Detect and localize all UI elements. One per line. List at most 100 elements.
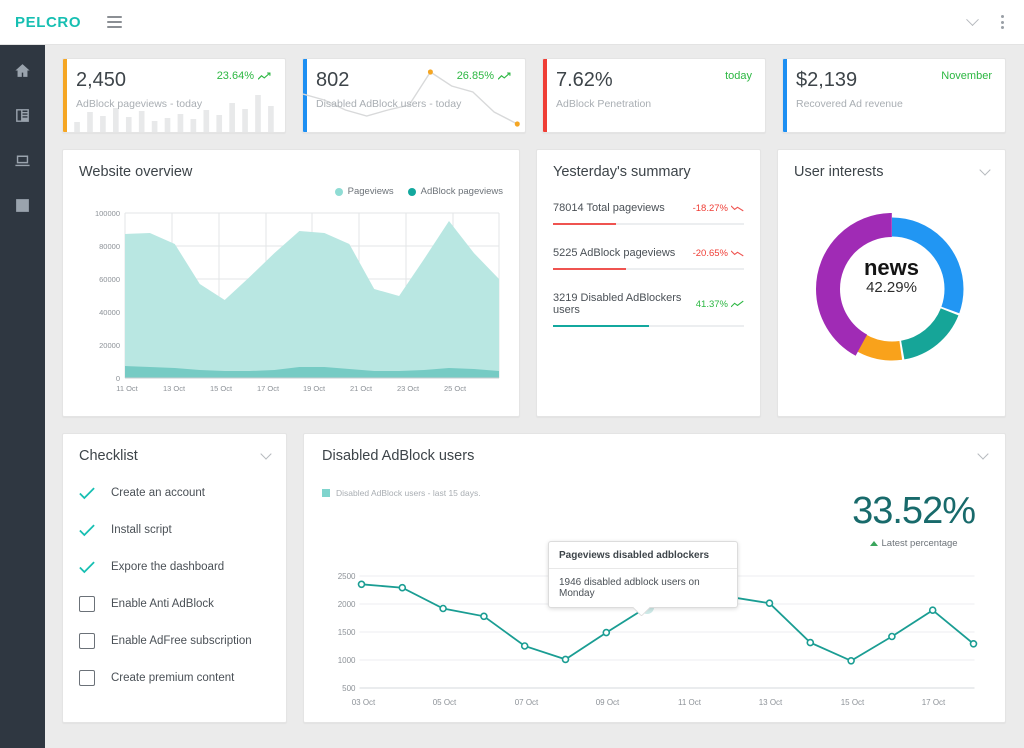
checklist-item[interactable]: Create premium content	[79, 670, 270, 686]
summary-row-total-pageviews: 78014 Total pageviews -18.27%	[553, 202, 744, 225]
check-icon	[79, 485, 95, 501]
donut-chart[interactable]: news 42.29%	[794, 194, 989, 384]
checkbox-unchecked[interactable]	[79, 670, 95, 686]
sidebar-item-analytics[interactable]	[12, 194, 34, 216]
latest-percentage-value: 33.52%	[852, 490, 976, 532]
hamburger-icon[interactable]	[107, 16, 123, 28]
checklist-item-label: Enable Anti AdBlock	[111, 598, 214, 610]
legend-item-adblock-pageviews[interactable]: AdBlock pageviews	[407, 186, 503, 197]
checklist-item[interactable]: Install script	[79, 522, 270, 538]
svg-text:09 Oct: 09 Oct	[596, 698, 620, 707]
app-logo[interactable]: PELCRO	[15, 14, 81, 31]
svg-text:05 Oct: 05 Oct	[433, 698, 457, 707]
checklist-item-label: Enable AdFree subscription	[111, 635, 252, 647]
svg-text:1500: 1500	[338, 628, 356, 637]
trend-down-icon	[731, 250, 744, 257]
svg-text:15 Oct: 15 Oct	[210, 384, 233, 393]
summary-progress-fill	[553, 223, 617, 225]
chevron-down-icon[interactable]	[260, 448, 272, 460]
summary-progress-track	[553, 268, 744, 270]
sidebar-item-sites[interactable]	[12, 149, 34, 171]
checkbox-unchecked[interactable]	[79, 596, 95, 612]
svg-text:15 Oct: 15 Oct	[841, 698, 865, 707]
check-icon	[79, 559, 95, 575]
checklist-item[interactable]: Enable AdFree subscription	[79, 633, 270, 649]
svg-text:13 Oct: 13 Oct	[759, 698, 783, 707]
checklist-item[interactable]: Create an account	[79, 485, 270, 501]
checklist-item-label: Create premium content	[111, 672, 235, 684]
kpi-delta: 23.64%	[217, 70, 272, 82]
svg-text:07 Oct: 07 Oct	[515, 698, 539, 707]
donut-center-value: 42.29%	[866, 279, 917, 297]
svg-text:17 Oct: 17 Oct	[922, 698, 946, 707]
svg-text:100000: 100000	[95, 209, 120, 218]
website-overview-card: Website overview Pageviews AdBlock pagev…	[62, 149, 520, 417]
checklist-item-label: Install script	[111, 524, 172, 536]
checklist-item[interactable]: Expore the dashboard	[79, 559, 270, 575]
kpi-card-adblock-pageviews[interactable]: 2,450 23.64% AdBlock pageviews - today	[62, 58, 286, 133]
sidebar-item-home[interactable]	[12, 59, 34, 81]
triangle-up-icon	[869, 541, 878, 546]
sidebar	[0, 45, 45, 748]
dashboard-canvas: 2,450 23.64% AdBlock pageviews - today 8…	[45, 45, 1024, 748]
svg-text:2500: 2500	[338, 572, 356, 581]
checklist-item[interactable]: Enable Anti AdBlock	[79, 596, 270, 612]
svg-text:19 Oct: 19 Oct	[303, 384, 326, 393]
kpi-period: today	[725, 70, 752, 82]
top-navbar: PELCRO	[0, 0, 1024, 45]
chevron-down-icon[interactable]	[977, 448, 989, 460]
interests-title: User interests	[794, 164, 884, 180]
checklist-card: Checklist Create an account Install scri…	[62, 433, 287, 723]
more-vertical-icon[interactable]	[999, 13, 1006, 31]
summary-progress-track	[553, 223, 744, 225]
legend-dot-icon	[407, 187, 416, 196]
kpi-label: Recovered Ad revenue	[796, 98, 903, 110]
latest-percentage-block: 33.52% Latest percentage	[852, 490, 976, 549]
kpi-row: 2,450 23.64% AdBlock pageviews - today 8…	[62, 58, 1006, 133]
mid-row: Website overview Pageviews AdBlock pagev…	[62, 149, 1006, 417]
svg-text:03 Oct: 03 Oct	[352, 698, 376, 707]
kpi-card-adblock-penetration[interactable]: 7.62% today AdBlock Penetration	[542, 58, 766, 133]
summary-progress-fill	[553, 325, 649, 327]
checklist-item-label: Create an account	[111, 487, 205, 499]
chevron-down-icon[interactable]	[979, 164, 991, 176]
sidebar-item-content[interactable]	[12, 104, 34, 126]
checklist-item-label: Expore the dashboard	[111, 561, 225, 573]
disabled-adblock-users-card: Disabled AdBlock users Disabled AdBlock …	[303, 433, 1006, 723]
kpi-period: November	[941, 70, 992, 82]
adblock-title: Disabled AdBlock users	[322, 448, 475, 464]
kpi-value: 2,450	[76, 69, 127, 91]
tooltip-title: Pageviews disabled adblockers	[549, 542, 737, 569]
kpi-card-disabled-adblock-users[interactable]: 802 26.85% Disabled AdBlock users - toda…	[302, 58, 526, 133]
legend-dot-icon	[334, 187, 343, 196]
page-title: Website overview	[79, 164, 193, 180]
chart-tooltip: Pageviews disabled adblockers 1946 disab…	[548, 541, 738, 617]
summary-text: 3219 Disabled AdBlockers users	[553, 292, 682, 316]
sparkline-bars	[71, 90, 281, 132]
kpi-label: AdBlock pageviews - today	[76, 98, 203, 110]
chevron-down-icon[interactable]	[966, 12, 979, 26]
legend-item-pageviews[interactable]: Pageviews	[334, 186, 394, 197]
kpi-value: $2,139	[796, 69, 858, 91]
kpi-card-recovered-revenue[interactable]: $2,139 November Recovered Ad revenue	[782, 58, 1006, 133]
user-interests-card: User interests news 42.29%	[777, 149, 1006, 417]
svg-text:21 Oct: 21 Oct	[350, 384, 373, 393]
svg-text:80000: 80000	[99, 242, 120, 251]
area-chart[interactable]: 100000 80000 60000 40000 20000 0 11 Oct …	[79, 201, 503, 401]
summary-progress-track	[553, 325, 744, 327]
legend-label: Pageviews	[347, 186, 394, 197]
svg-text:40000: 40000	[99, 308, 120, 317]
summary-text: 5225 AdBlock pageviews	[553, 247, 676, 259]
summary-delta: -18.27%	[693, 203, 744, 214]
kpi-delta-text: 23.64%	[216, 70, 254, 82]
svg-text:11 Oct: 11 Oct	[116, 384, 138, 393]
summary-row-disabled-adblockers: 3219 Disabled AdBlockers users 41.37%	[553, 292, 744, 327]
legend-label: Disabled AdBlock users - last 15 days.	[336, 488, 481, 498]
area-series-pageviews	[125, 221, 499, 378]
svg-text:2000: 2000	[338, 600, 356, 609]
checklist-title: Checklist	[79, 448, 138, 464]
check-icon	[79, 522, 95, 538]
trend-up-icon	[258, 71, 271, 80]
checkbox-unchecked[interactable]	[79, 633, 95, 649]
topbar-actions	[966, 12, 1006, 31]
